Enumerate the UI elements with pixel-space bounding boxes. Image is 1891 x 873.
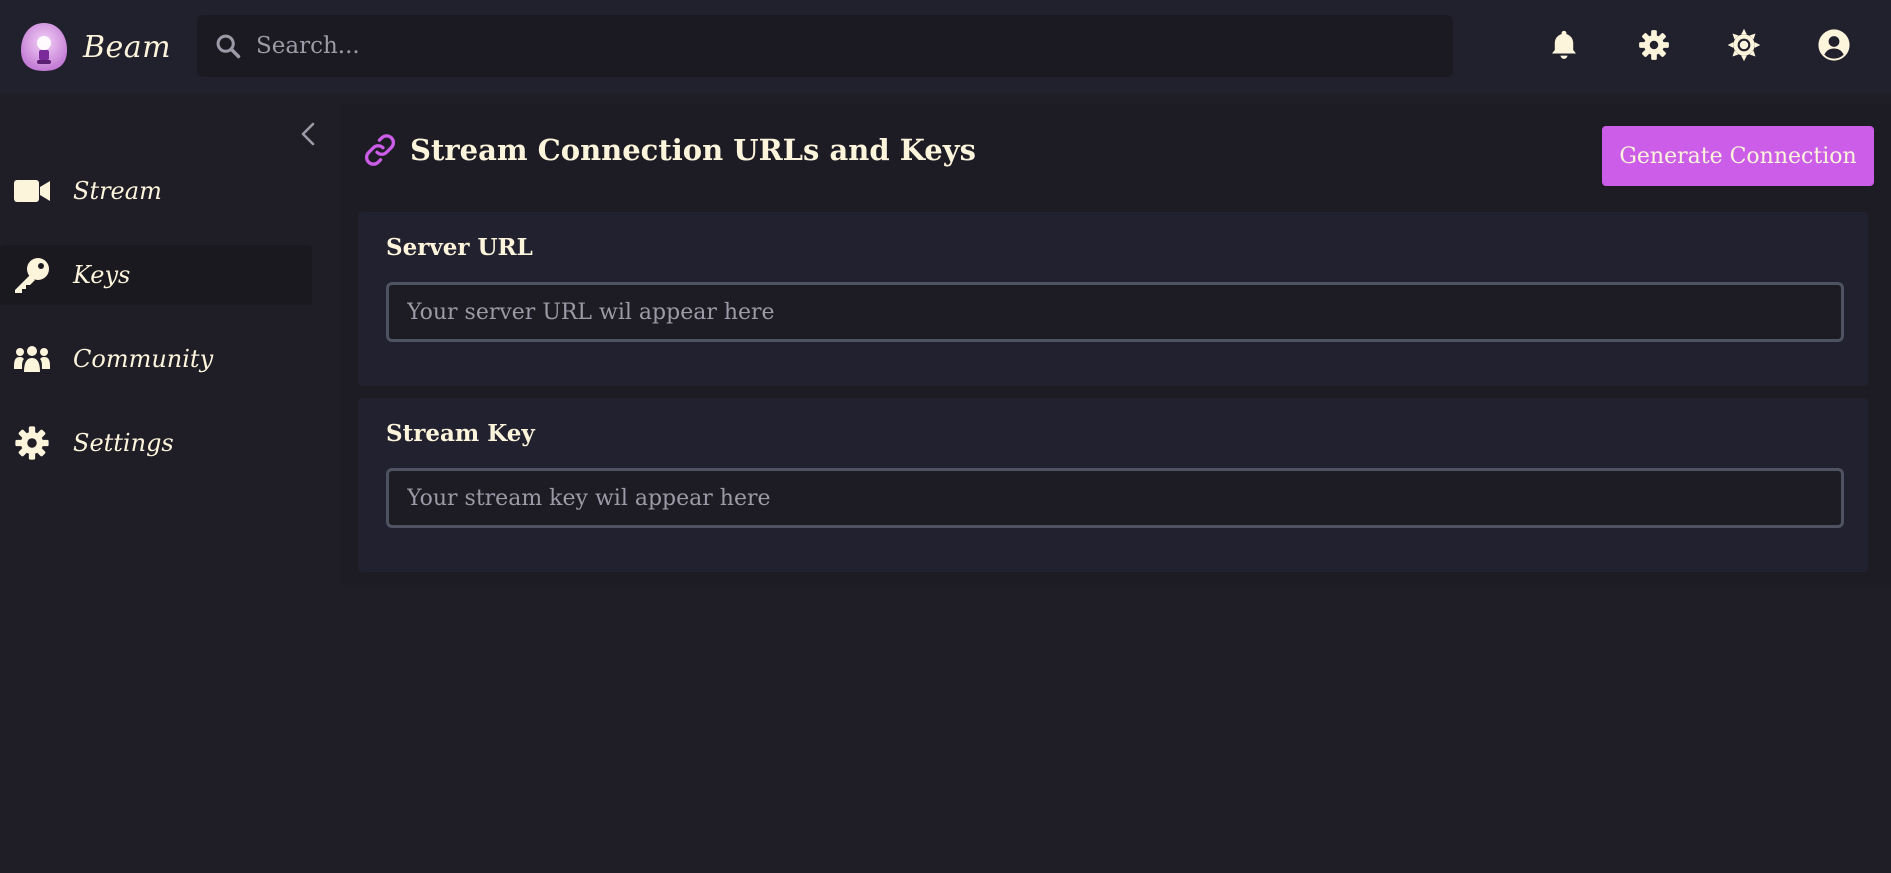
gear-icon	[15, 426, 49, 460]
user-circle-icon[interactable]	[1817, 28, 1851, 62]
stream-key-card: Stream Key	[358, 398, 1868, 572]
sidebar-item-keys[interactable]: Keys	[0, 245, 312, 305]
connection-panel: Stream Connection URLs and Keys Generate…	[340, 104, 1891, 585]
sidebar-item-label: Settings	[73, 429, 174, 457]
sidebar-item-community[interactable]: Community	[0, 329, 312, 389]
sidebar-item-label: Stream	[73, 177, 162, 205]
sidebar-item-stream[interactable]: Stream	[0, 161, 312, 221]
bell-icon[interactable]	[1547, 28, 1581, 62]
sun-icon[interactable]	[1727, 28, 1761, 62]
brand-name: Beam	[83, 29, 172, 65]
gear-icon[interactable]	[1637, 28, 1671, 62]
server-url-field[interactable]	[386, 282, 1844, 342]
sidebar-item-label: Keys	[73, 261, 131, 289]
link-icon	[365, 134, 395, 166]
chevron-left-icon[interactable]	[296, 120, 320, 148]
top-bar: Beam	[0, 0, 1891, 94]
search-icon	[216, 34, 241, 59]
stream-key-field[interactable]	[386, 468, 1844, 528]
sidebar-item-settings[interactable]: Settings	[0, 413, 312, 473]
server-url-label: Server URL	[386, 234, 533, 261]
stream-key-label: Stream Key	[386, 420, 535, 447]
search-input[interactable]	[254, 32, 1408, 60]
panel-header: Stream Connection URLs and Keys	[362, 132, 976, 168]
server-url-card: Server URL	[358, 212, 1868, 386]
key-icon	[15, 258, 49, 293]
logo-icon	[21, 23, 67, 71]
sidebar-item-label: Community	[73, 345, 214, 373]
video-camera-icon	[14, 180, 50, 202]
page-title: Stream Connection URLs and Keys	[410, 133, 976, 167]
sidebar: Stream Keys Community Settings	[0, 94, 330, 873]
brand-link[interactable]: Beam	[17, 20, 171, 74]
generate-connection-button[interactable]: Generate Connection	[1602, 126, 1874, 186]
search-bar	[197, 15, 1453, 77]
people-icon	[14, 346, 50, 372]
